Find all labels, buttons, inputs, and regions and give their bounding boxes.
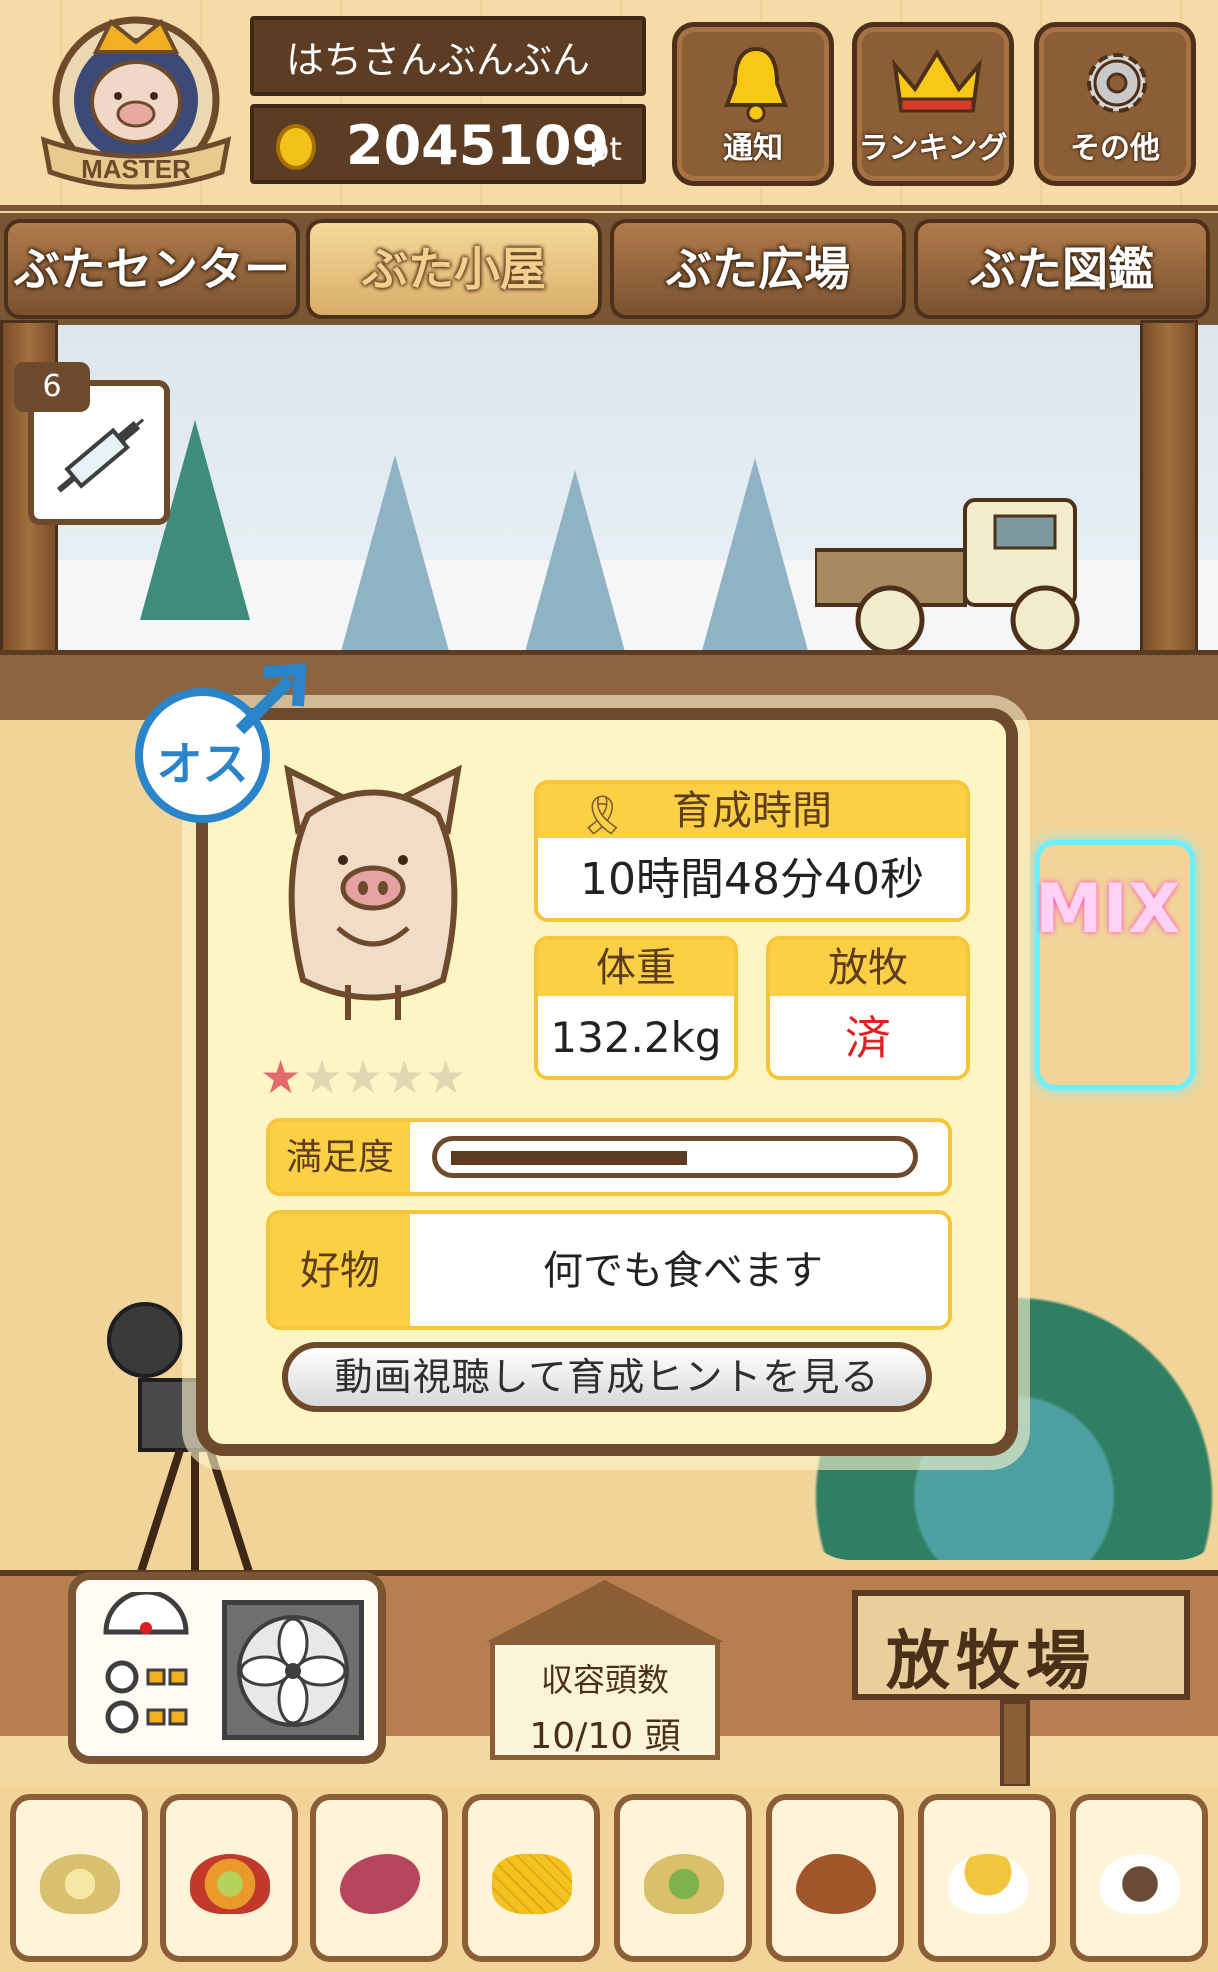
grazing-value: 済 xyxy=(770,996,966,1076)
settings-button[interactable]: その他 xyxy=(1034,22,1196,186)
star-filled-icon: ★ xyxy=(260,1050,302,1104)
weight-box: 体重 132.2kg xyxy=(534,936,738,1080)
growth-time-box: 🎗 育成時間 10時間48分40秒 xyxy=(534,780,970,922)
ranking-label: ランキング xyxy=(858,131,1008,166)
capacity-roof xyxy=(486,1580,724,1642)
soybean-icon xyxy=(40,1854,120,1914)
tree-icon xyxy=(340,455,450,655)
favorite-value: 何でも食べます xyxy=(410,1214,948,1326)
weight-label: 体重 xyxy=(538,940,734,996)
crown-icon xyxy=(892,49,982,113)
tree-icon xyxy=(520,470,630,670)
growth-time-label: 育成時間 xyxy=(672,788,832,834)
corn-icon xyxy=(492,1854,572,1914)
pasture-sign-button[interactable]: 放牧場 xyxy=(852,1590,1190,1700)
food-slot-dumpling[interactable] xyxy=(1070,1794,1208,1962)
points-plate: 2045109 pt xyxy=(250,104,646,184)
sweet-potato-icon xyxy=(340,1854,420,1914)
points-value: 2045109 xyxy=(346,114,610,177)
header-bar: MASTER はちさんぶんぶん 2045109 pt 通知 ランキング その他 xyxy=(0,0,1218,211)
grazing-box: 放牧 済 xyxy=(766,936,970,1080)
satisfaction-bar-area xyxy=(410,1122,948,1192)
pig-portrait[interactable] xyxy=(268,760,478,1040)
star-empty-icon: ★ xyxy=(425,1050,467,1104)
rarity-stars: ★★★★★ xyxy=(260,1050,466,1104)
nuts-icon xyxy=(644,1854,724,1914)
dumpling-icon xyxy=(1100,1854,1180,1914)
grazing-label: 放牧 xyxy=(770,940,966,996)
mixed-beans-icon xyxy=(190,1854,270,1914)
badge-label: MASTER xyxy=(81,154,191,184)
notification-label: 通知 xyxy=(723,131,783,166)
ranking-button[interactable]: ランキング xyxy=(852,22,1014,186)
star-empty-icon: ★ xyxy=(383,1050,425,1104)
food-slot-grain-bowl[interactable] xyxy=(918,1794,1056,1962)
points-unit: pt xyxy=(589,130,622,168)
mix-sign-text: MIX xyxy=(1035,870,1181,949)
syringe-count: 6 xyxy=(14,362,90,412)
star-empty-icon: ★ xyxy=(342,1050,384,1104)
favorite-box: 好物 何でも食べます xyxy=(266,1210,952,1330)
growth-time-value: 10時間48分40秒 xyxy=(538,838,966,918)
capacity-value: 10/10 頭 xyxy=(529,1716,681,1757)
weight-value: 132.2kg xyxy=(538,996,734,1076)
master-badge[interactable]: MASTER xyxy=(36,12,236,197)
favorite-label: 好物 xyxy=(270,1214,410,1326)
capacity-sign: 収容頭数 10/10 頭 xyxy=(490,1640,720,1760)
tab-buta-hut[interactable]: ぶた小屋 xyxy=(306,219,602,319)
watch-video-hint-button[interactable]: 動画視聴して育成ヒントを見る xyxy=(282,1342,932,1412)
pasture-sign-label: 放牧場 xyxy=(886,1625,1096,1699)
male-arrow-icon xyxy=(235,663,307,735)
food-slot-nuts[interactable] xyxy=(614,1794,752,1962)
ventilation-machine[interactable] xyxy=(68,1572,386,1764)
tab-buta-encyclopedia[interactable]: ぶた図鑑 xyxy=(914,219,1210,319)
tree-icon xyxy=(700,458,810,658)
syringe-icon xyxy=(56,418,145,493)
sign-post xyxy=(1000,1700,1030,1788)
grain-bowl-icon xyxy=(948,1854,1028,1914)
satisfaction-label: 満足度 xyxy=(270,1122,410,1192)
food-slot-acorn[interactable] xyxy=(766,1794,904,1962)
tab-bar: ぶたセンター ぶた小屋 ぶた広場 ぶた図鑑 xyxy=(0,213,1218,325)
tab-buta-plaza[interactable]: ぶた広場 xyxy=(610,219,906,319)
player-name: はちさんぶんぶん xyxy=(250,16,646,96)
food-slot-mixed-beans[interactable] xyxy=(160,1794,298,1962)
truck-icon xyxy=(815,498,1080,655)
bell-icon xyxy=(724,46,788,123)
coin-icon xyxy=(276,124,316,170)
notification-button[interactable]: 通知 xyxy=(672,22,834,186)
tab-buta-center[interactable]: ぶたセンター xyxy=(4,219,300,319)
gauge-panel-icon xyxy=(103,1592,189,1734)
ribbon-icon: 🎗 xyxy=(578,793,627,837)
food-slot-corn[interactable] xyxy=(462,1794,600,1962)
food-bar xyxy=(0,1786,1218,1972)
satisfaction-box: 満足度 xyxy=(266,1118,952,1196)
satisfaction-bar xyxy=(432,1136,918,1178)
fan-icon xyxy=(222,1600,364,1740)
acorn-icon xyxy=(796,1854,876,1914)
satisfaction-bar-fill xyxy=(451,1151,687,1165)
gear-icon xyxy=(1087,53,1147,113)
star-empty-icon: ★ xyxy=(301,1050,343,1104)
food-slot-soybean[interactable] xyxy=(10,1794,148,1962)
food-slot-sweet-potato[interactable] xyxy=(310,1794,448,1962)
capacity-label: 収容頭数 xyxy=(540,1661,669,1699)
growth-time-header: 🎗 育成時間 xyxy=(538,784,966,838)
settings-label: その他 xyxy=(1070,131,1160,166)
